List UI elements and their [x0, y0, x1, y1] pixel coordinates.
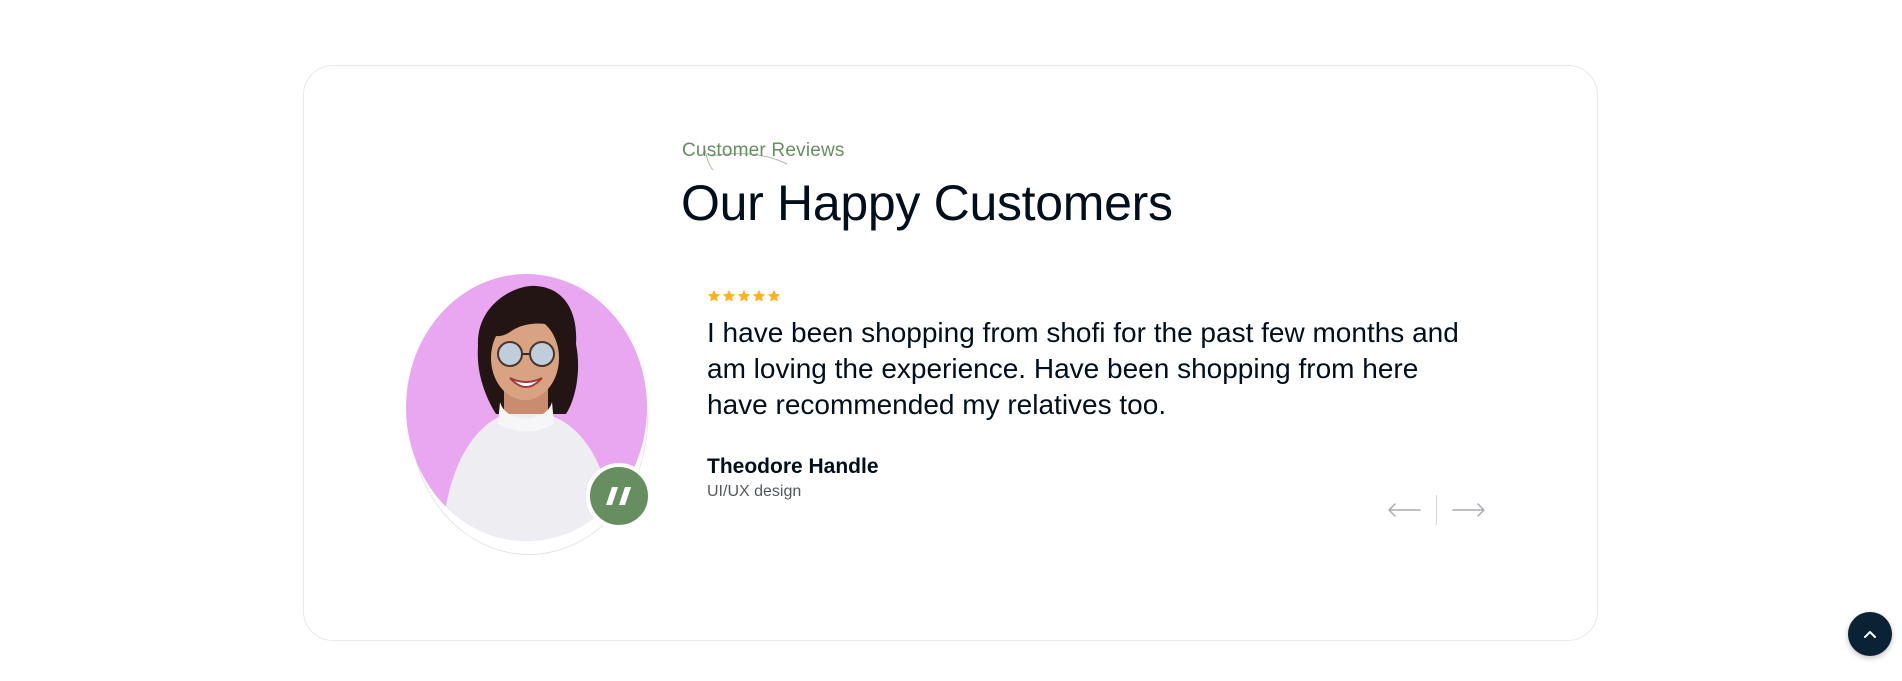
customer-photo-wrapper: [406, 274, 652, 555]
scroll-to-top-button[interactable]: [1848, 612, 1892, 656]
quote-badge: [586, 463, 652, 529]
section-title: Our Happy Customers: [681, 175, 1173, 231]
quote-icon: [606, 487, 631, 505]
arrow-right-icon: [1452, 503, 1485, 517]
page: Customer Reviews Our Happy Customers I h…: [0, 0, 1902, 681]
star-icon: [767, 289, 781, 302]
prev-button[interactable]: [1384, 494, 1424, 526]
testimonial-navigation: [1384, 494, 1489, 526]
review-text: I have been shopping from shofi for the …: [707, 317, 1459, 420]
star-icon: [707, 289, 721, 302]
subtitle-swoosh-decoration: [704, 149, 788, 171]
star-icon: [722, 289, 736, 302]
rating-stars: [707, 289, 781, 303]
arrow-left-icon: [1388, 503, 1421, 517]
chevron-up-icon: [1864, 631, 1876, 638]
next-button[interactable]: [1449, 494, 1489, 526]
star-icon: [737, 289, 751, 302]
author-name: Theodore Handle: [707, 455, 879, 478]
nav-divider: [1436, 495, 1437, 525]
star-icon: [752, 289, 766, 302]
author-role: UI/UX design: [707, 483, 802, 500]
